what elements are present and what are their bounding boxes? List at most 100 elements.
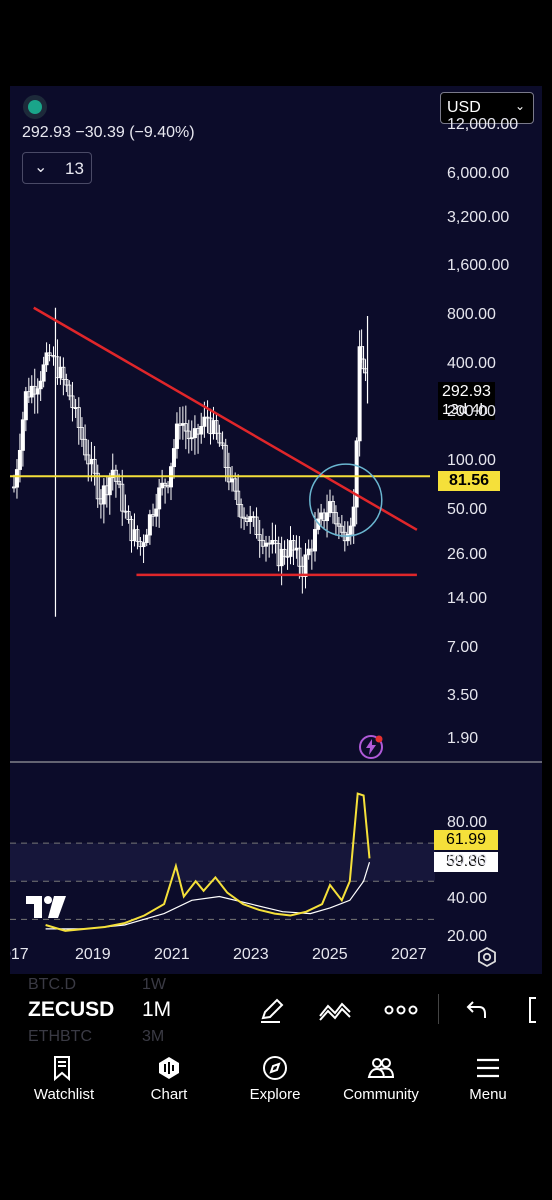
highlight-circle: [309, 463, 383, 537]
candle-body: [199, 425, 204, 435]
candle-body: [35, 388, 40, 395]
compass-icon: [263, 1056, 287, 1080]
nav-item-menu[interactable]: Menu: [438, 1054, 538, 1103]
current-price-value: 292.93: [442, 383, 491, 400]
indicator-count: 13: [65, 159, 84, 178]
nav-item-community[interactable]: Community: [331, 1054, 431, 1103]
nav-item-label: Watchlist: [33, 1086, 95, 1103]
indicator-scale-label: 60.00: [447, 852, 488, 870]
time-axis-label: 2023: [233, 946, 269, 963]
candle-body: [89, 458, 94, 465]
chart-icon: [159, 1057, 179, 1079]
price-scale-label: 6,000.00: [447, 164, 510, 182]
price-scale-label: 14.00: [447, 589, 488, 607]
indicator-scale-label: 20.00: [447, 928, 488, 946]
time-axis-label: 2027: [391, 946, 427, 963]
candle-body: [174, 423, 179, 449]
price-scale-label: 400.00: [447, 354, 496, 372]
lightning-icon[interactable]: [357, 733, 385, 761]
chevron-down-icon: ⌄: [34, 159, 48, 176]
price-scale-label: 26.00: [447, 546, 488, 564]
nav-item-explore[interactable]: Explore: [225, 1054, 325, 1103]
candle-body: [357, 346, 362, 442]
timeframe-button[interactable]: 1M: [142, 998, 171, 1022]
nav-item-label: Community: [343, 1086, 419, 1103]
price-scale-label: 7.00: [447, 638, 479, 656]
time-axis-label: 2025: [312, 946, 348, 963]
horizontal-line-tag: 81.56: [438, 471, 500, 491]
candle-body: [73, 407, 78, 409]
candle-body: [325, 512, 330, 522]
candle-body: [171, 448, 176, 468]
candle-body: [248, 516, 253, 523]
nav-item-label: Menu: [469, 1086, 507, 1103]
ghost-timeframe-1: 1W: [142, 976, 166, 993]
tradingview-logo-icon: [26, 896, 66, 918]
candle-body: [306, 548, 311, 556]
candle-body: [157, 487, 162, 510]
bottom-navigation: Watchlist Chart Explore Community Menu: [0, 1044, 552, 1134]
toolbar-divider: [438, 994, 439, 1024]
candle-body: [144, 534, 149, 543]
time-axis-label: 2019: [75, 946, 111, 963]
ghost-symbol-1: BTC.D: [28, 976, 76, 993]
price-scale-label: 1,600.00: [447, 257, 510, 275]
candle-body: [147, 514, 152, 536]
candle-body: [270, 539, 275, 545]
candle-body: [189, 437, 194, 440]
indicator-scale-label: 80.00: [447, 814, 488, 832]
chevron-down-icon: ⌄: [514, 99, 525, 113]
indicator-band: [10, 843, 435, 882]
status-dot-icon: [28, 100, 42, 114]
candle-body: [303, 554, 308, 577]
indicators-icon[interactable]: [318, 998, 352, 1022]
watchlist-icon: [54, 1056, 70, 1082]
settings-icon[interactable]: [476, 946, 498, 968]
candle-body: [41, 364, 46, 382]
candle-body: [354, 440, 359, 508]
candle-body: [312, 529, 317, 552]
nav-item-watchlist[interactable]: Watchlist: [14, 1054, 114, 1103]
time-axis-label: 017: [10, 946, 29, 963]
price-scale-label: 50.00: [447, 500, 488, 518]
candle-body: [17, 449, 22, 470]
candle-body: [264, 542, 269, 547]
price-scale-label: 1.90: [447, 730, 479, 747]
price-scale-label: 3,200.00: [447, 208, 510, 226]
candle-body: [351, 506, 356, 527]
price-scale-label: 800.00: [447, 306, 496, 323]
nav-item-label: Explore: [249, 1086, 301, 1103]
price-change-readout: 292.93 −30.39 (−9.40%): [22, 124, 195, 142]
symbol-button[interactable]: ZECUSD: [28, 998, 114, 1022]
pen-icon[interactable]: [258, 996, 286, 1024]
price-change: −30.39 (−9.40%): [75, 124, 195, 141]
currency-value: USD: [447, 99, 481, 116]
price-scale-label: 200.00: [447, 403, 496, 421]
indicator-scale-label: 40.00: [447, 890, 488, 908]
candle-body: [141, 542, 146, 548]
collapse-indicators-button[interactable]: ⌄ 13: [22, 152, 92, 184]
candle-body: [192, 428, 197, 439]
nav-item-label: Chart: [150, 1086, 188, 1103]
more-icon[interactable]: [384, 1004, 418, 1016]
candle-body: [20, 419, 25, 451]
last-price: 292.93: [22, 124, 71, 141]
candle-body: [14, 469, 19, 488]
undo-icon[interactable]: [465, 998, 489, 1022]
fullscreen-icon[interactable]: [526, 996, 552, 1024]
chart-panel[interactable]: 292.93 −30.39 (−9.40%) ⌄ 13 USD ⌄ 292.93…: [10, 86, 542, 974]
candle-body: [154, 508, 159, 517]
candle-body: [348, 525, 353, 535]
price-scale-label: 12,000.00: [447, 116, 519, 133]
price-scale-label: 100.00: [447, 451, 496, 469]
candle-body: [202, 416, 207, 427]
candle-body: [107, 477, 112, 496]
candle-body: [230, 478, 235, 483]
indicator-value-tag-1: 61.99: [434, 830, 498, 850]
nav-item-chart[interactable]: Chart: [119, 1054, 219, 1103]
price-scale-label: 3.50: [447, 687, 479, 705]
time-axis-label: 2021: [154, 946, 190, 963]
menu-icon: [477, 1058, 499, 1078]
community-icon: [367, 1058, 395, 1078]
candle-body: [38, 380, 43, 390]
